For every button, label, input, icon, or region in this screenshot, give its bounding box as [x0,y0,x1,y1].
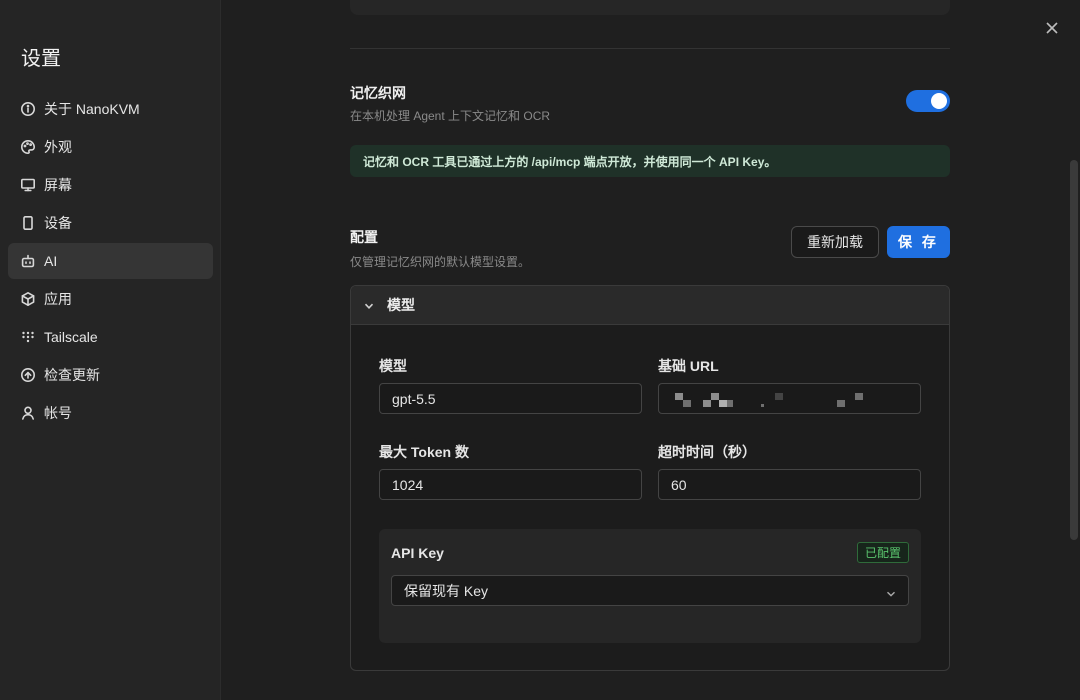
sidebar-item-appearance[interactable]: 外观 [8,129,213,165]
sidebar-item-label: Tailscale [44,329,98,345]
sidebar-item-label: AI [44,253,58,269]
timeout-label: 超时时间（秒） [658,444,756,460]
model-panel-title: 模型 [387,297,415,313]
settings-sidebar: 设置 关于 NanoKVM 外观 屏幕 设备 AI 应用 Tailscale 检… [0,0,221,700]
model-label: 模型 [379,358,407,374]
sidebar-item-screen[interactable]: 屏幕 [8,167,213,203]
memory-title: 记忆织网 [350,85,406,101]
sidebar-item-label: 应用 [44,291,72,307]
sidebar-item-label: 关于 NanoKVM [44,101,140,117]
info-icon [20,101,36,117]
sidebar-item-device[interactable]: 设备 [8,205,213,241]
sidebar-item-label: 检查更新 [44,367,100,383]
sidebar-item-label: 设备 [44,215,72,231]
sidebar-title: 设置 [21,48,61,70]
api-key-label: API Key [391,545,444,561]
monitor-icon [20,177,36,193]
config-title: 配置 [350,229,378,245]
base-url-label: 基础 URL [658,358,719,374]
base-url-input[interactable] [658,383,921,414]
model-input[interactable] [379,383,642,414]
sidebar-item-tailscale[interactable]: Tailscale [8,319,213,355]
chevron-down-icon [886,586,896,597]
palette-icon [20,139,36,155]
tailscale-icon [20,329,36,345]
section-divider [350,48,950,49]
model-panel-header[interactable]: 模型 [351,286,949,325]
api-key-select[interactable]: 保留现有 Key [391,575,909,606]
sidebar-item-update[interactable]: 检查更新 [8,357,213,393]
config-description: 仅管理记忆织网的默认模型设置。 [350,255,531,269]
sidebar-item-label: 外观 [44,139,72,155]
close-button[interactable] [1040,16,1064,40]
user-icon [20,405,36,421]
memory-toggle[interactable] [906,90,950,112]
status-badge: 已配置 [857,542,910,563]
mcp-info-banner: 记忆和 OCR 工具已通过上方的 /api/mcp 端点开放，并使用同一个 AP… [350,145,950,177]
memory-description: 在本机处理 Agent 上下文记忆和 OCR [350,109,551,123]
scrollbar[interactable] [1070,160,1078,540]
reload-button[interactable]: 重新加载 [791,226,879,258]
save-button[interactable]: 保 存 [887,226,950,258]
sidebar-item-about[interactable]: 关于 NanoKVM [8,91,213,127]
package-icon [20,291,36,307]
bot-icon [20,253,36,269]
device-icon [20,215,36,231]
sidebar-item-label: 帐号 [44,405,72,421]
max-tokens-input[interactable] [379,469,642,500]
sidebar-nav: 关于 NanoKVM 外观 屏幕 设备 AI 应用 Tailscale 检查更新… [8,91,213,433]
toggle-knob [931,93,947,109]
sidebar-item-apps[interactable]: 应用 [8,281,213,317]
sidebar-item-label: 屏幕 [44,177,72,193]
chevron-down-icon [363,299,375,311]
sidebar-item-account[interactable]: 帐号 [8,395,213,431]
previous-section-card [350,0,950,15]
close-icon [1046,22,1058,34]
max-tokens-label: 最大 Token 数 [379,444,469,460]
sidebar-item-ai[interactable]: AI [8,243,213,279]
update-icon [20,367,36,383]
api-key-select-value: 保留现有 Key [404,582,489,599]
timeout-input[interactable] [658,469,921,500]
